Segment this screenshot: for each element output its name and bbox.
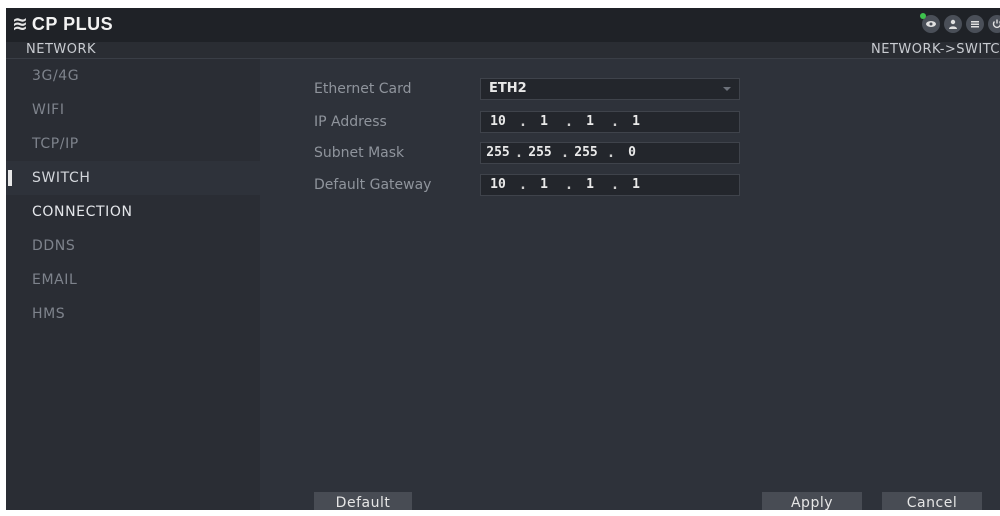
brand-name: CP PLUS (31, 14, 114, 34)
gateway-octet-1[interactable]: 10 (481, 175, 515, 195)
ip-address-input[interactable]: 10 . 1 . 1 . 1 (480, 111, 740, 133)
mask-octet-4[interactable]: 0 (615, 143, 649, 163)
menu-icon[interactable] (966, 15, 984, 33)
sidebar-item-hms[interactable]: HMS (6, 297, 260, 331)
default-gateway-input[interactable]: 10 . 1 . 1 . 1 (480, 174, 740, 196)
top-bar: ≋ CP PLUS (6, 8, 1000, 42)
brand-logo: ≋ CP PLUS (12, 13, 113, 35)
sidebar-item-label: HMS (32, 306, 66, 322)
sidebar-item-label: WIFI (32, 102, 65, 118)
sidebar-item-switch[interactable]: SWITCH (6, 161, 260, 195)
apply-button[interactable]: Apply (762, 492, 862, 510)
octet-separator: . (516, 146, 522, 161)
sidebar-item-label: 3G/4G (32, 68, 80, 84)
octet-separator: . (520, 115, 526, 130)
breadcrumb: NETWORK->SWITC (871, 42, 1000, 57)
ethernet-card-value: ETH2 (489, 81, 527, 96)
ip-octet-3[interactable]: 1 (573, 112, 607, 132)
section-title: NETWORK (26, 42, 97, 57)
sidebar-item-label: CONNECTION (32, 204, 133, 220)
active-marker (8, 170, 12, 186)
default-button[interactable]: Default (314, 492, 412, 510)
sidebar-item-tcpip[interactable]: TCP/IP (6, 127, 260, 161)
octet-separator: . (608, 146, 614, 161)
mask-octet-2[interactable]: 255 (523, 143, 557, 163)
chevron-down-icon (723, 87, 731, 91)
mask-octet-3[interactable]: 255 (569, 143, 603, 163)
default-gateway-label: Default Gateway (314, 177, 432, 193)
sidebar-item-label: TCP/IP (32, 136, 79, 152)
ip-octet-1[interactable]: 10 (481, 112, 515, 132)
logo-mark-icon: ≋ (12, 13, 28, 35)
ip-octet-4[interactable]: 1 (619, 112, 653, 132)
gateway-octet-2[interactable]: 1 (527, 175, 561, 195)
app-window: ≋ CP PLUS NETWORK NETWORK->SWITC 3G/4G W… (6, 8, 1000, 510)
sidebar-item-connection[interactable]: CONNECTION (6, 195, 260, 229)
ethernet-card-label: Ethernet Card (314, 81, 412, 97)
sidebar-item-wifi[interactable]: WIFI (6, 93, 260, 127)
cancel-button[interactable]: Cancel (882, 492, 982, 510)
octet-separator: . (520, 178, 526, 193)
sidebar-item-label: SWITCH (32, 170, 91, 186)
octet-separator: . (566, 178, 572, 193)
eye-icon[interactable] (920, 13, 940, 33)
mask-octet-1[interactable]: 255 (481, 143, 515, 163)
octet-separator: . (562, 146, 568, 161)
toolbar-icons (920, 13, 1000, 33)
sidebar-item-3g4g[interactable]: 3G/4G (6, 59, 260, 93)
subnet-mask-label: Subnet Mask (314, 145, 405, 161)
ip-address-label: IP Address (314, 114, 387, 130)
octet-separator: . (566, 115, 572, 130)
user-icon[interactable] (944, 15, 962, 33)
sidebar: 3G/4G WIFI TCP/IP SWITCH CONNECTION DDNS… (6, 59, 260, 510)
gateway-octet-3[interactable]: 1 (573, 175, 607, 195)
sidebar-item-email[interactable]: EMAIL (6, 263, 260, 297)
subnet-mask-input[interactable]: 255 . 255 . 255 . 0 (480, 142, 740, 164)
sidebar-item-ddns[interactable]: DDNS (6, 229, 260, 263)
title-bar: NETWORK NETWORK->SWITC (6, 42, 1000, 59)
octet-separator: . (612, 115, 618, 130)
ip-octet-2[interactable]: 1 (527, 112, 561, 132)
sidebar-item-label: DDNS (32, 238, 76, 254)
power-icon[interactable] (988, 15, 1000, 33)
ethernet-card-select[interactable]: ETH2 (480, 78, 740, 100)
octet-separator: . (612, 178, 618, 193)
sidebar-item-label: EMAIL (32, 272, 78, 288)
gateway-octet-4[interactable]: 1 (619, 175, 653, 195)
live-indicator (920, 13, 926, 19)
